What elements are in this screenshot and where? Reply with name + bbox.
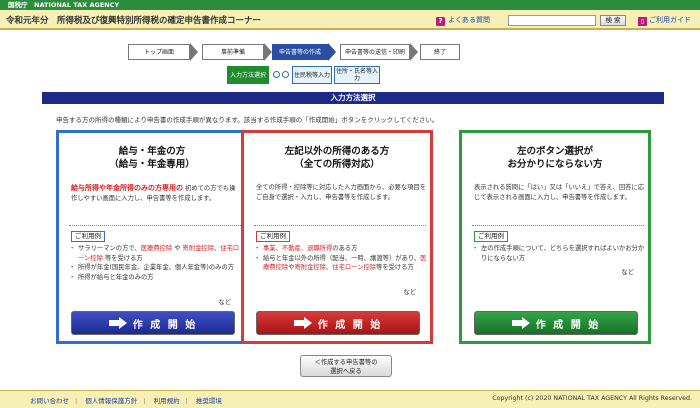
step-create: 申告書等の作成 (272, 44, 328, 60)
panel-description: 全ての所得・控除等に対応した入力画面から、必要な項目をご自身で選択・入力し、申告… (256, 184, 427, 201)
step-prepare: 事前準備 (202, 44, 264, 60)
panel-salary-pension: 給与・年金の方 （給与・年金専用） 給与所得や年金所得のみの方専用の 初めての方で… (56, 130, 248, 344)
start-questionnaire-button[interactable]: 作 成 開 始 (474, 311, 638, 335)
step-arrow-active (328, 43, 336, 61)
step-arrow (264, 43, 272, 61)
substep-dot (273, 71, 280, 78)
usage-example-tag: ご利用例 (256, 231, 290, 242)
guide-label: ご利用ガイド (649, 16, 691, 24)
panel-title: 左記以外の所得のある方 （全ての所得対応） (284, 146, 390, 170)
panel-title: 左のボタン選択が お分かりにならない方 (507, 146, 603, 170)
footer-link-environment[interactable]: 推奨環境 (196, 397, 222, 405)
panel-description: 給与所得や年金所得のみの方専用の 初めての方でも操作しやすい画面に入力し、申告書… (71, 184, 236, 202)
arrow-right-icon (293, 317, 312, 329)
divider (254, 225, 426, 226)
list-item: 給与と年金以外の所得（配当、一時、譲渡等）があり、医療費控除や寄附金控除、住宅ロ… (254, 254, 428, 273)
step-arrow (410, 43, 418, 61)
faq-link[interactable]: ? よくある質問 (436, 15, 490, 26)
step-end: 終了 (420, 44, 460, 60)
header: 令和元年分 所得税及び復興特別所得税の確定申告書作成コーナー ? よくある質問 検… (0, 10, 700, 30)
instruction-text: 申告する方の所得の種類により申告書の作成手順が異なります。該当する作成手順の「作… (56, 116, 439, 124)
step-arrow (190, 43, 198, 61)
usage-example-tag: ご利用例 (71, 231, 105, 242)
panel-unsure: 左のボタン選択が お分かりにならない方 表示される質問に「はい」又は「いいえ」で答… (459, 130, 651, 344)
guide-book-icon: ▯ (638, 17, 647, 26)
start-salary-pension-button[interactable]: 作 成 開 始 (71, 311, 235, 335)
arrow-right-icon (511, 317, 530, 329)
list-item: 所得が年金(国民年金、企業年金、個人年金等)のみの方 (69, 263, 243, 273)
footer-link-privacy[interactable]: 個人情報保護方針 (85, 397, 137, 405)
list-item: 所得が給与と年金のみの方 (69, 273, 243, 283)
substep-input-method: 入力方法選択 (227, 66, 269, 84)
copyright: Copyright (c) 2020 NATIONAL TAX AGENCY A… (492, 395, 692, 402)
step-send-print: 申告書等の送信・印刷 (340, 44, 410, 60)
footer-links: お問い合わせ | 個人情報保護方針 | 利用規約 | 推奨環境 (30, 397, 222, 405)
list-item: サラリーマンの方で、医療費控除 や 寄附金控除、住宅ローン控除 等を受ける方 (69, 244, 243, 263)
list-item: 左の作成手順について、どちらを選択すればよいかお分かりにならない方 (472, 244, 646, 263)
footer-link-contact[interactable]: お問い合わせ (30, 397, 69, 405)
agency-bar: 国税庁 NATIONAL TAX AGENCY (0, 0, 700, 10)
footer: お問い合わせ | 個人情報保護方針 | 利用規約 | 推奨環境 Copyright (… (0, 390, 700, 408)
usage-example-tag: ご利用例 (474, 231, 508, 242)
etc-label: など (621, 269, 634, 276)
panel-description: 表示される質問に「はい」又は「いいえ」で答え、回答に応じて表示される画面に入力し… (474, 184, 645, 201)
section-banner: 入力方法選択 (42, 92, 664, 104)
usage-example-list: 左の作成手順について、どちらを選択すればよいかお分かりにならない方 (472, 244, 646, 263)
usage-example-list: サラリーマンの方で、医療費控除 や 寄附金控除、住宅ローン控除 等を受ける方 所… (69, 244, 243, 283)
search-input[interactable] (508, 15, 596, 26)
list-item: 事業、不動産、退職所得のある方 (254, 244, 428, 254)
etc-label: など (218, 299, 231, 306)
arrow-right-icon (108, 317, 127, 329)
etc-label: など (403, 289, 416, 296)
search-button[interactable]: 検 索 (600, 15, 626, 26)
faq-label: よくある質問 (448, 16, 490, 24)
question-icon: ? (436, 17, 445, 26)
guide-link[interactable]: ▯ ご利用ガイド (638, 15, 691, 26)
substep-address: 住所・氏名等入力 (334, 66, 380, 84)
step-top: トップ画面 (128, 44, 190, 60)
substep-resident-tax: 住民税等入力 (292, 66, 332, 84)
panel-all-income: 左記以外の所得のある方 （全ての所得対応） 全ての所得・控除等に対応した入力画面か… (241, 130, 433, 344)
start-all-income-button[interactable]: 作 成 開 始 (256, 311, 420, 335)
agency-name: 国税庁 NATIONAL TAX AGENCY (8, 1, 120, 9)
divider (69, 225, 241, 226)
substep-dot (282, 71, 289, 78)
usage-example-list: 事業、不動産、退職所得のある方 給与と年金以外の所得（配当、一時、譲渡等）があり… (254, 244, 428, 273)
divider (472, 225, 644, 226)
panel-title: 給与・年金の方 （給与・年金専用） (109, 146, 195, 170)
footer-link-terms[interactable]: 利用規約 (154, 397, 180, 405)
back-button[interactable]: ＜作成する申告書等の 選択へ戻る (300, 355, 392, 377)
page-title: 令和元年分 所得税及び復興特別所得税の確定申告書作成コーナー (6, 16, 262, 26)
